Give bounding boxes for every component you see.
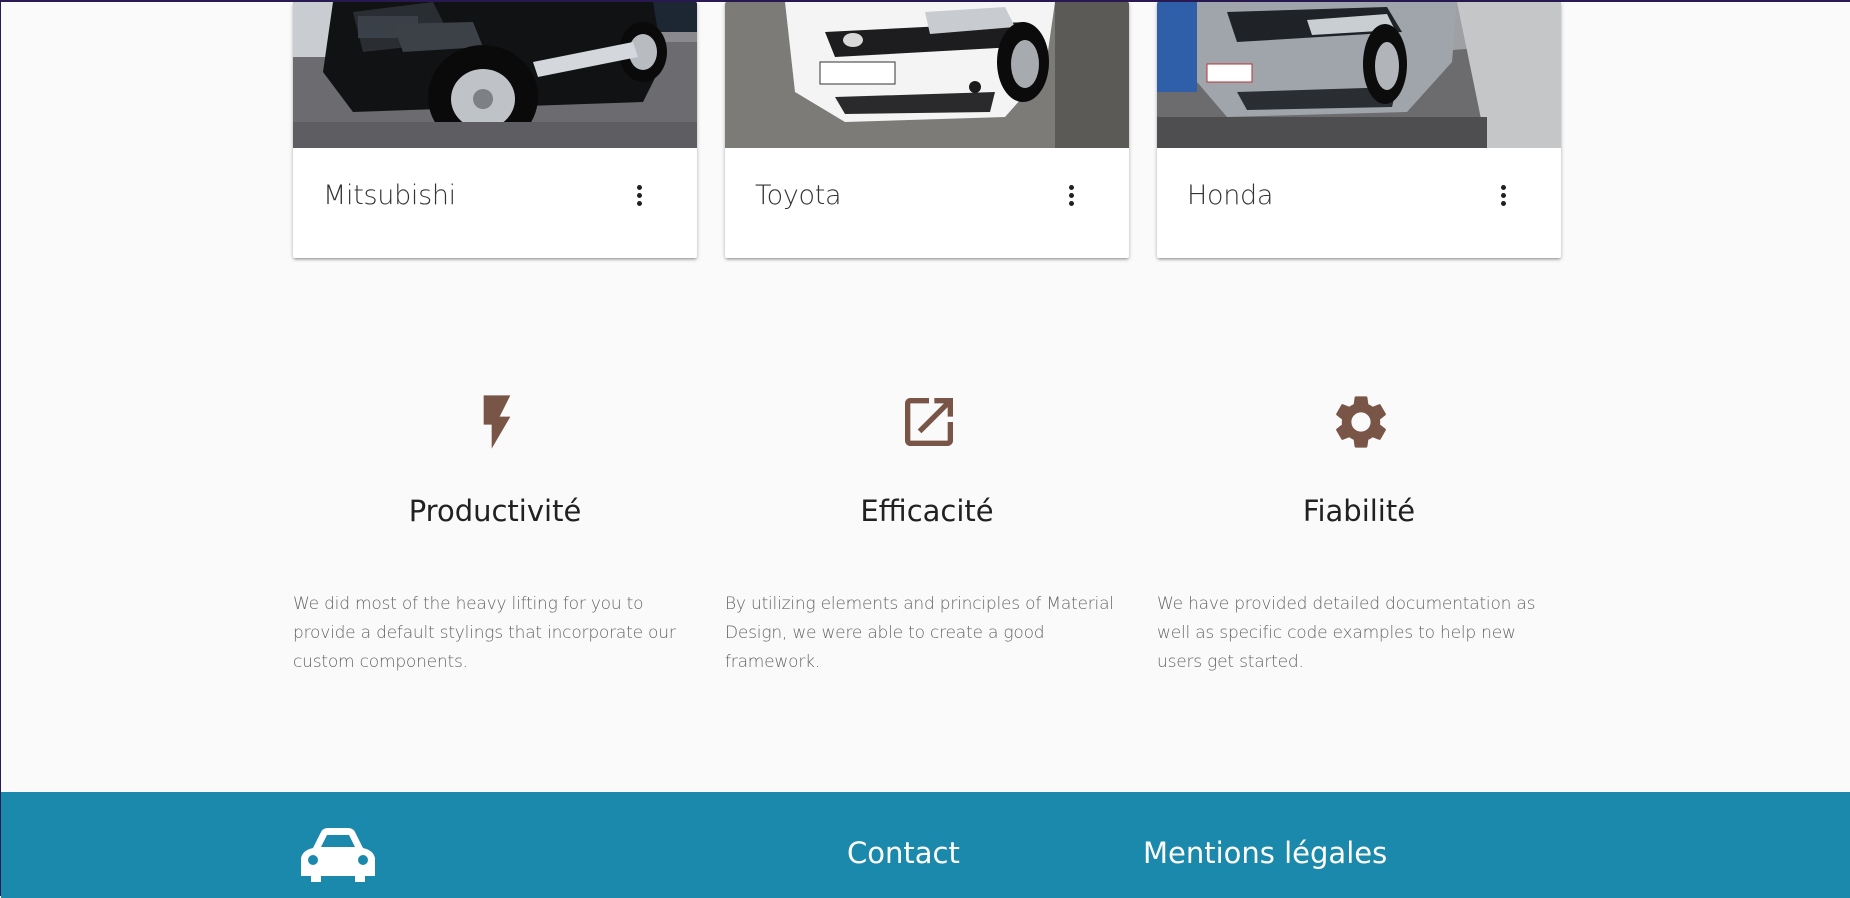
more-vert-icon[interactable]	[634, 185, 644, 213]
feature-text: By utilizing elements and principles of …	[725, 594, 1114, 672]
more-vert-icon[interactable]	[1066, 185, 1076, 213]
card-content: Mitsubishi	[293, 148, 697, 258]
card-title[interactable]: Toyota	[755, 180, 842, 211]
more-vert-icon[interactable]	[1498, 185, 1508, 213]
card-image-honda[interactable]	[1157, 2, 1561, 148]
car-photo-mitsubishi	[293, 2, 697, 148]
card-toyota[interactable]: Toyota	[725, 2, 1129, 258]
flash-icon	[465, 390, 529, 454]
car-icon[interactable]	[299, 826, 377, 882]
gear-icon	[1329, 390, 1393, 454]
card-honda[interactable]: Honda	[1157, 2, 1561, 258]
footer-contact-heading[interactable]: Contact	[847, 836, 960, 870]
car-photo-honda	[1157, 2, 1561, 148]
feature-text: We did most of the heavy lifting for you…	[293, 594, 676, 672]
feature-title: Productivité	[408, 494, 582, 528]
card-mitsubishi[interactable]: Mitsubishi	[293, 2, 697, 258]
card-content: Honda	[1157, 148, 1561, 258]
feature-text: We have provided detailed documentation …	[1157, 594, 1536, 672]
features-section: Productivité We did most of the heavy li…	[293, 382, 1561, 702]
feature-title: Fiabilité	[1302, 494, 1416, 528]
car-photo-toyota	[725, 2, 1129, 148]
card-image-mitsubishi[interactable]	[293, 2, 697, 148]
card-title[interactable]: Honda	[1187, 180, 1273, 211]
card-image-toyota[interactable]	[725, 2, 1129, 148]
open-in-new-icon	[897, 390, 961, 454]
feature-title: Efficacité	[860, 494, 994, 528]
car-cards-row: Mitsubishi Toyota Honda	[293, 2, 1561, 260]
card-content: Toyota	[725, 148, 1129, 258]
card-title[interactable]: Mitsubishi	[323, 180, 456, 211]
footer-legal-heading[interactable]: Mentions légales	[1143, 836, 1387, 870]
page-footer: Contact Mentions légales	[1, 792, 1850, 898]
